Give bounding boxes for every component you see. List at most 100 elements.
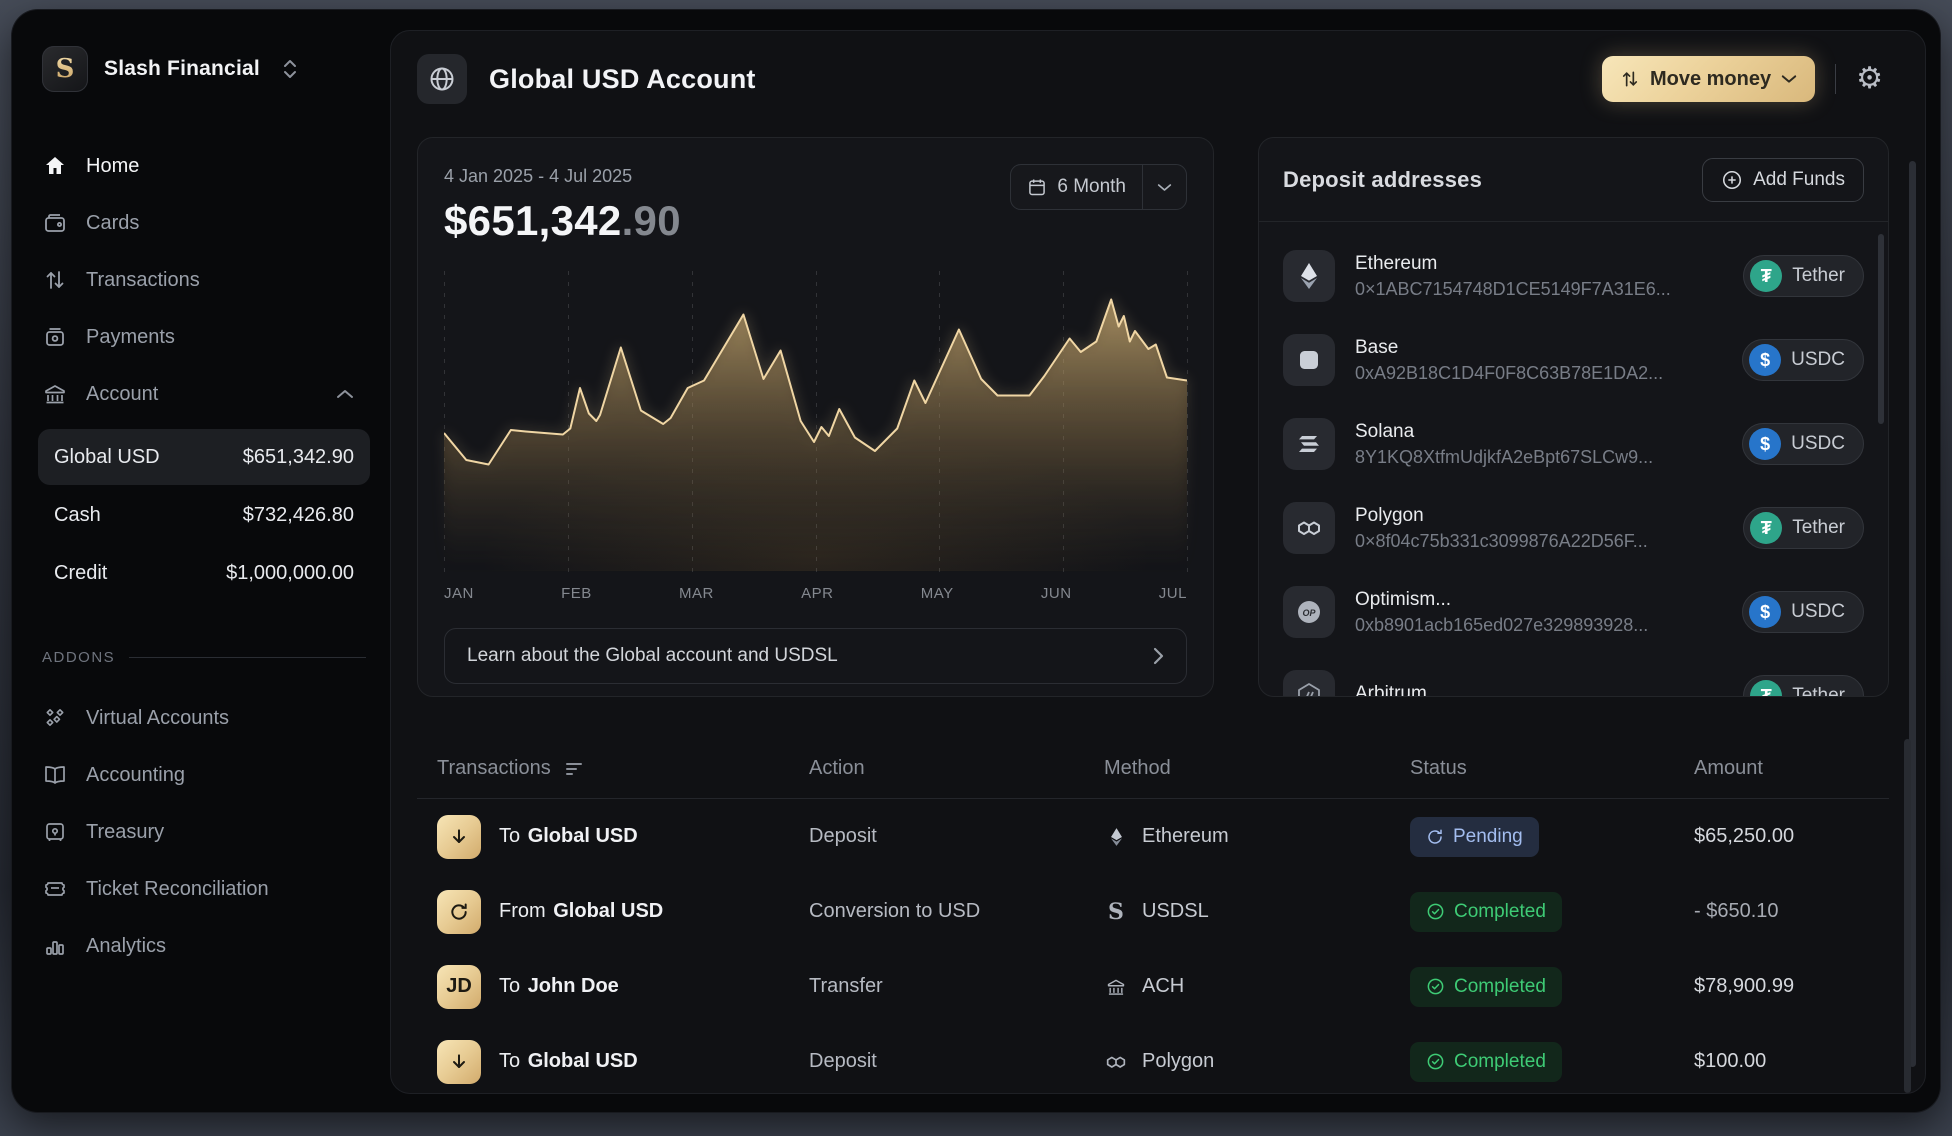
ticket-icon: [42, 877, 68, 901]
period-selector[interactable]: 6 Month: [1010, 164, 1187, 210]
chevron-up-icon[interactable]: [336, 389, 354, 399]
sidebar-item-ticket-reconciliation[interactable]: Ticket Reconciliation: [42, 867, 376, 911]
workspace-switcher[interactable]: S Slash Financial: [42, 46, 376, 92]
page-header: Global USD Account Move money ⚙: [391, 31, 1925, 127]
learn-banner[interactable]: Learn about the Global account and USDSL: [444, 628, 1187, 684]
deposit-row-base[interactable]: Base 0xA92B18C1D4F0F8C63B78E1DA2... $ US…: [1283, 318, 1864, 402]
refresh-icon: [1426, 828, 1444, 846]
ethereum-icon: [1104, 826, 1128, 848]
coin-badge-tether: ₮ Tether: [1743, 675, 1864, 697]
sidebar-account-credit[interactable]: Credit $1,000,000.00: [38, 545, 370, 601]
deposit-row-ethereum[interactable]: Ethereum 0×1ABC7154748D1CE5149F7A31E6...…: [1283, 234, 1864, 318]
chevron-right-icon: [1153, 647, 1164, 665]
coin-badge-usdc: $ USDC: [1742, 423, 1864, 465]
chevron-down-icon: [1781, 74, 1797, 84]
transaction-row[interactable]: To Global USD Deposit Polygon Completed …: [417, 1024, 1889, 1094]
calendar-icon: [1027, 177, 1047, 197]
usdc-icon: $: [1749, 344, 1781, 376]
deposit-row-optimism[interactable]: OP Optimism... 0xb8901acb165ed027e329893…: [1283, 570, 1864, 654]
table-header: Transactions Action Method Status Amount: [417, 739, 1889, 799]
polygon-icon: [1283, 502, 1335, 554]
credit-balance: $1,000,000.00: [226, 562, 354, 585]
gridline: [1187, 271, 1188, 579]
transaction-row[interactable]: JD To John Doe Transfer ACH Completed: [417, 949, 1889, 1024]
deposit-addresses-card: Deposit addresses Add Funds Et: [1258, 137, 1889, 697]
chevron-down-icon[interactable]: [1142, 165, 1186, 209]
coin-badge-usdc: $ USDC: [1742, 591, 1864, 633]
global-usd-balance: $651,342.90: [243, 446, 354, 469]
plus-circle-icon: [1721, 169, 1743, 191]
status-badge-pending: Pending: [1410, 817, 1539, 857]
sidebar-item-virtual-accounts[interactable]: Virtual Accounts: [42, 696, 376, 740]
book-icon: [42, 763, 68, 787]
tether-icon: ₮: [1750, 512, 1782, 544]
x-tick: MAY: [921, 585, 954, 602]
balance-chart: [444, 271, 1187, 571]
sidebar-item-cards[interactable]: Cards: [42, 201, 376, 245]
deposit-row-polygon[interactable]: Polygon 0×8f04c75b331c3099876A22D56F... …: [1283, 486, 1864, 570]
x-tick: APR: [801, 585, 833, 602]
usdc-icon: $: [1749, 596, 1781, 628]
svg-text:OP: OP: [1302, 608, 1316, 618]
deposit-scrollbar[interactable]: [1878, 234, 1884, 424]
status-badge-completed: Completed: [1410, 967, 1562, 1007]
coin-badge-tether: ₮ Tether: [1743, 255, 1864, 297]
arbitrum-icon: [1283, 670, 1335, 697]
workspace-unfold-icon[interactable]: [282, 58, 298, 80]
arrows-up-down-icon: [42, 268, 68, 292]
sidebar-item-treasury[interactable]: Treasury: [42, 810, 376, 854]
page-title: Global USD Account: [489, 64, 756, 95]
deposit-title: Deposit addresses: [1283, 167, 1482, 193]
addons-label: ADDONS: [42, 649, 115, 666]
conversion-icon: [437, 890, 481, 934]
arrows-up-down-icon: [1620, 68, 1640, 90]
check-circle-icon: [1426, 977, 1445, 996]
sidebar-account-global-usd[interactable]: Global USD $651,342.90: [38, 429, 370, 485]
transaction-row[interactable]: From Global USD Conversion to USD S USDS…: [417, 874, 1889, 949]
main-panel: Global USD Account Move money ⚙ 4 Jan 20…: [390, 30, 1926, 1094]
sidebar-item-accounting[interactable]: Accounting: [42, 753, 376, 797]
x-tick: FEB: [561, 585, 592, 602]
sidebar-item-account[interactable]: Account: [42, 372, 376, 416]
tether-icon: ₮: [1750, 260, 1782, 292]
app-window: S Slash Financial Home Cards: [12, 10, 1940, 1112]
divider: [1835, 64, 1836, 94]
settings-gear-icon[interactable]: ⚙: [1856, 64, 1883, 94]
move-money-button[interactable]: Move money: [1602, 56, 1815, 102]
add-funds-button[interactable]: Add Funds: [1702, 158, 1864, 202]
sidebar-account-cash[interactable]: Cash $732,426.80: [38, 487, 370, 543]
sidebar-item-analytics[interactable]: Analytics: [42, 924, 376, 968]
deposit-rows: Ethereum 0×1ABC7154748D1CE5149F7A31E6...…: [1259, 222, 1888, 697]
deposit-row-solana[interactable]: Solana 8Y1KQ8XtfmUdjkfA2eBpt67SLCw9... $…: [1283, 402, 1864, 486]
wallet-icon: [42, 211, 68, 235]
divider: [129, 657, 366, 658]
home-icon: [42, 154, 68, 178]
check-circle-icon: [1426, 1052, 1445, 1071]
avatar: JD: [437, 965, 481, 1009]
usdsl-icon: S: [1104, 899, 1128, 925]
globe-icon: [417, 54, 467, 104]
sort-icon[interactable]: [565, 762, 585, 776]
usdc-icon: $: [1749, 428, 1781, 460]
safe-icon: [42, 820, 68, 844]
chart-x-axis: JAN FEB MAR APR MAY JUN JUL: [444, 585, 1187, 602]
workspace-name: Slash Financial: [104, 57, 260, 81]
transaction-row[interactable]: To Global USD Deposit Ethereum Pending $…: [417, 799, 1889, 874]
deposit-row-arbitrum[interactable]: Arbitrum... ₮ Tether: [1283, 654, 1864, 697]
sidebar-item-transactions[interactable]: Transactions: [42, 258, 376, 302]
transactions-table: Transactions Action Method Status Amount…: [417, 739, 1889, 1094]
coin-badge-usdc: $ USDC: [1742, 339, 1864, 381]
tether-icon: ₮: [1750, 680, 1782, 697]
cash-balance: $732,426.80: [243, 504, 354, 527]
deposit-arrow-icon: [437, 1040, 481, 1084]
deposit-address: 0×8f04c75b331c3099876A22D56F...: [1355, 531, 1648, 552]
table-scrollbar[interactable]: [1904, 739, 1911, 1093]
bank-icon: [1104, 977, 1128, 997]
optimism-icon: OP: [1283, 586, 1335, 638]
sidebar-item-home[interactable]: Home: [42, 144, 376, 188]
ethereum-icon: [1283, 250, 1335, 302]
x-tick: JUL: [1159, 585, 1187, 602]
payments-icon: [42, 325, 68, 349]
balance-chart-card: 4 Jan 2025 - 4 Jul 2025 $651,342.90 6 Mo…: [417, 137, 1214, 697]
sidebar-item-payments[interactable]: Payments: [42, 315, 376, 359]
